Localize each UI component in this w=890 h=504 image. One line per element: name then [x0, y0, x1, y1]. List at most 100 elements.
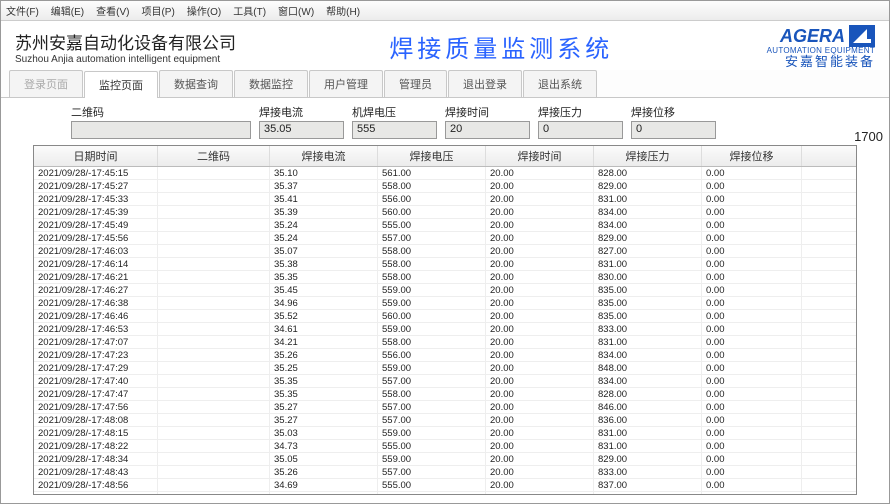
cell: 836.00	[594, 414, 702, 426]
table-row[interactable]: 2021/09/28/-17:47:4735.35558.0020.00828.…	[34, 388, 856, 401]
menu-item[interactable]: 编辑(E)	[51, 3, 84, 18]
cell: 35.38	[270, 258, 378, 270]
cell	[158, 492, 270, 495]
cell	[158, 401, 270, 413]
table-row[interactable]: 2021/09/28/-17:46:1435.38558.0020.00831.…	[34, 258, 856, 271]
table-row[interactable]: 2021/09/28/-17:48:4335.26557.0020.00833.…	[34, 466, 856, 479]
cell: 2021/09/28/-17:49:08	[34, 492, 158, 495]
menu-item[interactable]: 工具(T)	[233, 3, 266, 18]
menu-item[interactable]: 窗口(W)	[278, 3, 314, 18]
tab-4[interactable]: 用户管理	[309, 70, 383, 97]
cell: 559.00	[378, 453, 486, 465]
time-input[interactable]: 20	[445, 121, 530, 139]
cell: 0.00	[702, 167, 802, 179]
cell: 0.00	[702, 323, 802, 335]
table-row[interactable]: 2021/09/28/-17:48:2234.73555.0020.00831.…	[34, 440, 856, 453]
cell: 20.00	[486, 167, 594, 179]
table-row[interactable]: 2021/09/28/-17:45:1535.10561.0020.00828.…	[34, 167, 856, 180]
cell: 559.00	[378, 284, 486, 296]
col-header[interactable]: 焊接时间	[486, 146, 594, 166]
table-row[interactable]: 2021/09/28/-17:48:0835.27557.0020.00836.…	[34, 414, 856, 427]
cell: 557.00	[378, 492, 486, 495]
tab-5[interactable]: 管理员	[384, 70, 447, 97]
cell: 0.00	[702, 258, 802, 270]
cell: 2021/09/28/-17:47:29	[34, 362, 158, 374]
table-row[interactable]: 2021/09/28/-17:46:5334.61559.0020.00833.…	[34, 323, 856, 336]
table-row[interactable]: 2021/09/28/-17:46:3834.96559.0020.00835.…	[34, 297, 856, 310]
cell: 20.00	[486, 219, 594, 231]
tab-3[interactable]: 数据监控	[234, 70, 308, 97]
logo: AGERA AUTOMATION EQUIPMENT 安嘉智能装备	[767, 25, 875, 68]
cell: 35.39	[270, 206, 378, 218]
tab-0[interactable]: 登录页面	[9, 70, 83, 97]
pressure-input[interactable]: 0	[538, 121, 623, 139]
cell: 555.00	[378, 440, 486, 452]
table-row[interactable]: 2021/09/28/-17:47:4035.35557.0020.00834.…	[34, 375, 856, 388]
cell: 558.00	[378, 245, 486, 257]
col-header[interactable]: 二维码	[158, 146, 270, 166]
cell: 0.00	[702, 193, 802, 205]
table-row[interactable]: 2021/09/28/-17:47:5635.27557.0020.00846.…	[34, 401, 856, 414]
col-header[interactable]: 焊接位移	[702, 146, 802, 166]
record-count: 1700	[854, 129, 883, 144]
table-body[interactable]: 2021/09/28/-17:45:1535.10561.0020.00828.…	[34, 167, 856, 495]
col-header[interactable]: 日期时间	[34, 146, 158, 166]
cell: 834.00	[594, 349, 702, 361]
table-row[interactable]: 2021/09/28/-17:46:2735.45559.0020.00835.…	[34, 284, 856, 297]
table-row[interactable]: 2021/09/28/-17:47:2335.26556.0020.00834.…	[34, 349, 856, 362]
tab-7[interactable]: 退出系统	[523, 70, 597, 97]
col-header[interactable]: 焊接电压	[378, 146, 486, 166]
table-row[interactable]: 2021/09/28/-17:45:3335.41556.0020.00831.…	[34, 193, 856, 206]
cell	[158, 427, 270, 439]
cell	[158, 219, 270, 231]
cell	[158, 206, 270, 218]
table-row[interactable]: 2021/09/28/-17:49:0835.20557.0020.00831.…	[34, 492, 856, 495]
tab-6[interactable]: 退出登录	[448, 70, 522, 97]
cell: 0.00	[702, 271, 802, 283]
table-row[interactable]: 2021/09/28/-17:48:3435.05559.0020.00829.…	[34, 453, 856, 466]
cell: 2021/09/28/-17:47:56	[34, 401, 158, 413]
table-row[interactable]: 2021/09/28/-17:48:1535.03559.0020.00831.…	[34, 427, 856, 440]
disp-input[interactable]: 0	[631, 121, 716, 139]
cell: 0.00	[702, 479, 802, 491]
col-header[interactable]: 焊接电流	[270, 146, 378, 166]
menu-item[interactable]: 帮助(H)	[326, 3, 360, 18]
cell	[158, 466, 270, 478]
cell: 20.00	[486, 245, 594, 257]
table-row[interactable]: 2021/09/28/-17:46:0335.07558.0020.00827.…	[34, 245, 856, 258]
menu-item[interactable]: 查看(V)	[96, 3, 129, 18]
table-row[interactable]: 2021/09/28/-17:46:4635.52560.0020.00835.…	[34, 310, 856, 323]
cell: 2021/09/28/-17:47:47	[34, 388, 158, 400]
cell: 831.00	[594, 258, 702, 270]
menu-item[interactable]: 操作(O)	[187, 3, 221, 18]
menu-item[interactable]: 文件(F)	[6, 3, 39, 18]
cell	[158, 167, 270, 179]
cell: 20.00	[486, 232, 594, 244]
cell: 835.00	[594, 284, 702, 296]
cell: 20.00	[486, 466, 594, 478]
cell: 2021/09/28/-17:48:34	[34, 453, 158, 465]
table-row[interactable]: 2021/09/28/-17:45:3935.39560.0020.00834.…	[34, 206, 856, 219]
cell: 2021/09/28/-17:48:22	[34, 440, 158, 452]
cell: 0.00	[702, 401, 802, 413]
table-row[interactable]: 2021/09/28/-17:47:2935.25559.0020.00848.…	[34, 362, 856, 375]
cell: 0.00	[702, 232, 802, 244]
table-row[interactable]: 2021/09/28/-17:45:2735.37558.0020.00829.…	[34, 180, 856, 193]
table-row[interactable]: 2021/09/28/-17:47:0734.21558.0020.00831.…	[34, 336, 856, 349]
cell: 0.00	[702, 284, 802, 296]
table-row[interactable]: 2021/09/28/-17:48:5634.69555.0020.00837.…	[34, 479, 856, 492]
table-row[interactable]: 2021/09/28/-17:45:5635.24557.0020.00829.…	[34, 232, 856, 245]
cell	[158, 323, 270, 335]
tab-2[interactable]: 数据查询	[159, 70, 233, 97]
voltage-input[interactable]: 555	[352, 121, 437, 139]
table-row[interactable]: 2021/09/28/-17:46:2135.35558.0020.00830.…	[34, 271, 856, 284]
table-row[interactable]: 2021/09/28/-17:45:4935.24555.0020.00834.…	[34, 219, 856, 232]
tab-1[interactable]: 监控页面	[84, 71, 158, 98]
current-input[interactable]: 35.05	[259, 121, 344, 139]
menu-item[interactable]: 项目(P)	[141, 3, 174, 18]
current-label: 焊接电流	[259, 104, 344, 120]
cell: 2021/09/28/-17:48:56	[34, 479, 158, 491]
qr-input[interactable]	[71, 121, 251, 139]
cell: 0.00	[702, 414, 802, 426]
col-header[interactable]: 焊接压力	[594, 146, 702, 166]
